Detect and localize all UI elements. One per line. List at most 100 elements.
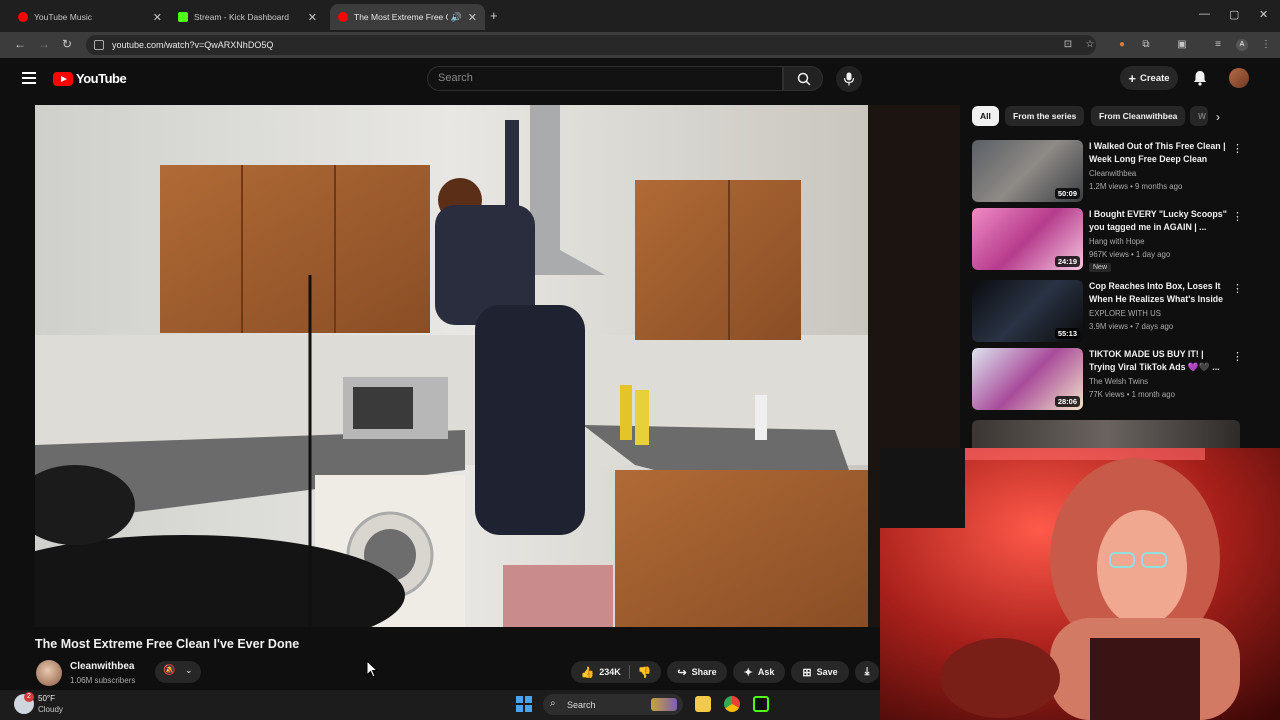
divider (628, 665, 630, 679)
video-title[interactable]: Cop Reaches Into Box, Loses It When He R… (1089, 280, 1229, 305)
file-explorer-icon[interactable] (695, 696, 711, 712)
recommendation-item[interactable]: 50:09 I Walked Out of This Free Clean | … (972, 140, 1252, 204)
webcam-feed-image (880, 448, 1280, 720)
notifications-bell-icon[interactable] (1193, 70, 1207, 86)
weather-temperature[interactable]: 50°F (38, 694, 55, 703)
share-button[interactable]: ↪ Share (667, 661, 727, 683)
save-button[interactable]: ⊞ Save (791, 661, 849, 683)
bookmark-star-icon[interactable]: ☆ (1084, 39, 1096, 51)
forward-icon[interactable]: → (38, 37, 50, 51)
more-options-icon[interactable]: ⋮ (1232, 350, 1243, 363)
video-title[interactable]: I Bought EVERY "Lucky Scoops" you tagged… (1089, 208, 1229, 233)
sparkle-icon: ✦ (743, 666, 753, 679)
browser-menu-icon[interactable]: ⋮ (1260, 39, 1272, 51)
video-title[interactable]: TIKTOK MADE US BUY IT! | Trying Viral Ti… (1089, 348, 1229, 373)
search-icon: ⌕ (550, 698, 556, 709)
close-tab-icon[interactable]: ✕ (308, 11, 317, 24)
download-button[interactable]: ⤓ (855, 661, 879, 683)
install-app-icon[interactable]: ⊡ (1062, 39, 1074, 51)
thumbs-down-icon[interactable]: 👎 (638, 666, 652, 679)
chip-from-the-series[interactable]: From the series (1005, 106, 1085, 126)
site-info-icon[interactable] (94, 40, 104, 50)
ask-button[interactable]: ✦ Ask (733, 661, 785, 683)
tab-youtube-video[interactable]: The Most Extreme Free Clean 🔊 ✕ (330, 4, 485, 30)
chip-all[interactable]: All (972, 106, 999, 126)
video-thumbnail[interactable]: 28:06 (972, 348, 1083, 410)
recommendation-item[interactable]: 28:06 TIKTOK MADE US BUY IT! | Trying Vi… (972, 348, 1252, 412)
youtube-logo[interactable]: YouTube (53, 71, 127, 86)
channel-name[interactable]: The Welsh Twins (1089, 377, 1148, 386)
bell-off-icon: 🔕 (163, 665, 176, 676)
chevron-right-icon[interactable]: › (1216, 110, 1220, 124)
subscribed-button[interactable]: 🔕 ⌄ (155, 661, 201, 683)
tab-youtube-music[interactable]: YouTube Music ✕ (10, 4, 170, 30)
minimize-icon[interactable]: — (1199, 8, 1210, 20)
video-duration: 50:09 (1054, 188, 1080, 199)
search-input[interactable]: Search (427, 66, 783, 91)
channel-name[interactable]: Hang with Hope (1089, 237, 1144, 246)
search-icon (797, 72, 811, 86)
mouse-cursor-icon (366, 660, 378, 678)
youtube-wordmark: YouTube (76, 71, 127, 86)
video-player[interactable] (35, 105, 868, 627)
search-highlight-icon (651, 698, 677, 711)
voice-search-button[interactable] (836, 66, 862, 92)
like-button[interactable]: 👍 234K (581, 666, 621, 679)
video-title[interactable]: I Walked Out of This Free Clean | Week L… (1089, 140, 1229, 165)
hamburger-menu-icon[interactable] (22, 72, 36, 84)
search-button[interactable] (783, 66, 823, 91)
partial-thumbnail-row[interactable] (972, 420, 1240, 448)
kick-app-icon[interactable] (753, 696, 769, 712)
video-thumbnail[interactable]: 50:09 (972, 140, 1083, 202)
weather-description: Cloudy (38, 705, 63, 714)
close-tab-icon[interactable]: ✕ (468, 11, 477, 24)
video-meta: 967K views • 1 day ago (1089, 250, 1171, 259)
taskbar-search-box[interactable]: ⌕ Search (543, 694, 683, 715)
chip-from-cleanwithbea[interactable]: From Cleanwithbea (1091, 106, 1186, 126)
maximize-icon[interactable]: ▢ (1229, 8, 1239, 21)
windows-taskbar: 2 50°F Cloudy ⌕ Search (0, 690, 880, 720)
account-avatar[interactable] (1229, 68, 1249, 88)
media-control-icon[interactable]: ≡ (1212, 39, 1224, 51)
save-label: Save (816, 667, 838, 677)
profile-avatar-icon[interactable]: A (1236, 39, 1248, 51)
like-dislike-group: 👍 234K 👎 (571, 661, 661, 683)
close-tab-icon[interactable]: ✕ (153, 11, 162, 24)
video-meta: 3.9M views • 7 days ago (1089, 322, 1174, 331)
video-thumbnail[interactable]: 24:19 (972, 208, 1083, 270)
extensions-puzzle-icon[interactable]: ⧉ (1140, 39, 1152, 51)
chip-truncated[interactable]: W (1190, 106, 1208, 126)
video-meta: 77K views • 1 month ago (1089, 390, 1175, 399)
more-options-icon[interactable]: ⋮ (1232, 142, 1243, 155)
extension-icon[interactable]: ● (1116, 39, 1128, 51)
create-button[interactable]: + Create (1120, 66, 1178, 90)
chrome-icon[interactable] (724, 696, 740, 712)
channel-name[interactable]: Cleanwithbea (70, 661, 134, 672)
channel-avatar[interactable] (36, 660, 62, 686)
new-tab-button[interactable]: + (490, 8, 498, 23)
reload-icon[interactable]: ↻ (62, 37, 72, 51)
address-bar[interactable]: youtube.com/watch?v=QwARXNhDO5Q (86, 35, 1096, 55)
video-thumbnail[interactable]: 55:13 (972, 280, 1083, 342)
bookmark-icon: ⊞ (802, 666, 812, 679)
chevron-down-icon: ⌄ (185, 665, 193, 675)
more-options-icon[interactable]: ⋮ (1232, 282, 1243, 295)
more-options-icon[interactable]: ⋮ (1232, 210, 1243, 223)
browser-toolbar: ← → ↻ youtube.com/watch?v=QwARXNhDO5Q ⊡ … (0, 32, 1280, 58)
youtube-play-logo-icon (53, 71, 73, 86)
back-icon[interactable]: ← (14, 37, 26, 51)
recommendation-item[interactable]: 24:19 I Bought EVERY "Lucky Scoops" you … (972, 208, 1252, 272)
close-window-icon[interactable]: ✕ (1259, 8, 1268, 21)
notification-badge: 2 (24, 692, 34, 702)
channel-name[interactable]: EXPLORE WITH US (1089, 309, 1161, 318)
channel-name[interactable]: Cleanwithbea (1089, 169, 1136, 178)
download-icon: ⤓ (864, 665, 870, 678)
tab-kick-dashboard[interactable]: Stream - Kick Dashboard ✕ (170, 4, 325, 30)
youtube-header: YouTube Search + Create (0, 58, 1280, 100)
audio-playing-icon[interactable]: 🔊 (451, 12, 462, 23)
new-badge: New (1089, 263, 1112, 272)
tab-label: YouTube Music (34, 12, 92, 22)
recommendation-item[interactable]: 55:13 Cop Reaches Into Box, Loses It Whe… (972, 280, 1252, 344)
windows-start-icon[interactable] (516, 696, 532, 712)
side-panel-icon[interactable]: ▣ (1176, 39, 1188, 51)
